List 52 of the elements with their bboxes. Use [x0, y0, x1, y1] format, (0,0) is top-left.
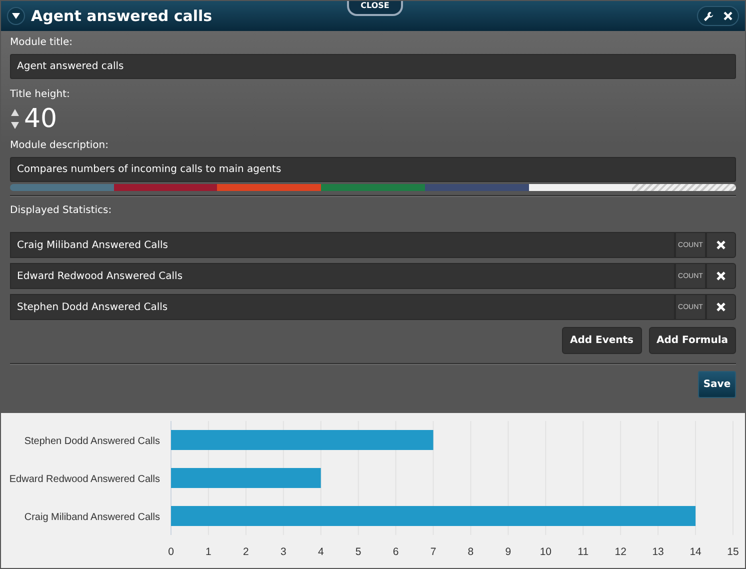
close-icon — [716, 302, 726, 312]
axis-tick-label: 5 — [355, 546, 362, 558]
collapse-button[interactable] — [7, 7, 25, 25]
statistic-field[interactable]: Edward Redwood Answered Calls — [10, 263, 675, 289]
close-tab[interactable]: CLOSE — [347, 1, 403, 16]
add-button[interactable]: Add Events — [562, 327, 642, 354]
color-swatch[interactable] — [321, 184, 425, 191]
color-swatch[interactable] — [632, 184, 736, 191]
axis-tick-label: 4 — [318, 546, 324, 558]
axis-tick-label: 10 — [540, 546, 552, 558]
close-icon — [716, 271, 726, 281]
window-title: Agent answered calls — [31, 7, 212, 25]
color-swatch[interactable] — [528, 184, 632, 191]
statistic-field[interactable]: Craig Miliband Answered Calls — [10, 232, 675, 258]
description-field[interactable]: Compares numbers of incoming calls to main agents — [10, 157, 736, 182]
color-swatch[interactable] — [217, 184, 322, 191]
axis-tick-label: 13 — [652, 546, 664, 558]
remove-button[interactable] — [706, 263, 736, 289]
caret-icon — [12, 13, 20, 19]
axis-tick-label: 8 — [468, 546, 474, 558]
axis-tick-label: 0 — [168, 546, 174, 558]
color-swatch[interactable] — [424, 184, 529, 191]
axis-tick-label: 6 — [392, 546, 399, 558]
axis-tick-label: 9 — [505, 546, 512, 558]
axis-tick-label: 15 — [727, 546, 739, 558]
axis-tick-label: 14 — [690, 546, 702, 558]
field-label: Title height: — [10, 89, 71, 100]
close-icon — [723, 11, 733, 21]
title-field[interactable]: Agent answered calls — [10, 54, 736, 79]
category-label: Edward Redwood Answered Calls — [9, 474, 160, 485]
save-button[interactable]: Save — [698, 371, 736, 398]
field-label: Module title: — [10, 37, 74, 48]
axis-tick-label: 3 — [280, 546, 286, 558]
title-height-value: 40 — [24, 104, 58, 134]
section-label: Displayed Statistics: — [10, 205, 113, 216]
remove-button[interactable] — [706, 294, 736, 320]
axis-tick-label: 11 — [578, 546, 589, 558]
axis-tick-label: 7 — [430, 546, 436, 558]
field-label: Module description: — [10, 140, 110, 151]
add-button[interactable]: Add Formula — [648, 327, 736, 354]
color-swatch[interactable] — [114, 184, 218, 191]
axis-tick-label: 2 — [243, 546, 249, 558]
axis-tick-label: 1 — [206, 546, 212, 558]
remove-button[interactable] — [706, 232, 736, 258]
category-label: Craig Miliband Answered Calls — [24, 512, 160, 523]
color-swatch[interactable] — [10, 184, 114, 191]
wrench-icon — [702, 10, 714, 22]
axis-tick-label: 12 — [614, 546, 626, 558]
close-icon — [716, 240, 726, 250]
category-label: Stephen Dodd Answered Calls — [24, 436, 160, 447]
spinner-arrows-icon[interactable] — [10, 108, 20, 130]
statistic-field[interactable]: Stephen Dodd Answered Calls — [10, 294, 675, 320]
